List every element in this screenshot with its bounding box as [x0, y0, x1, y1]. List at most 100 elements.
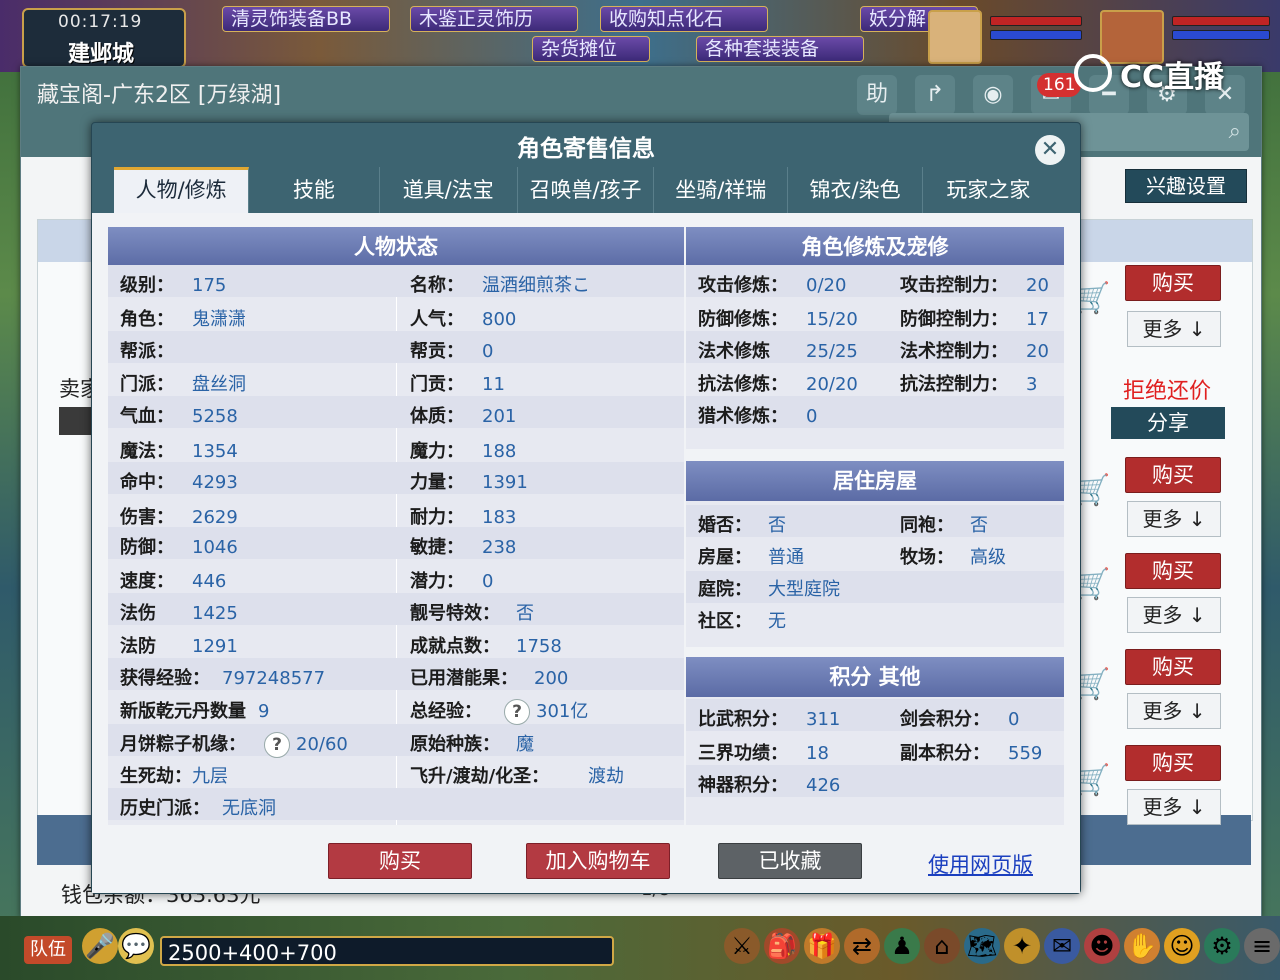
- tab-mounts[interactable]: 坐骑/祥瑞: [654, 167, 789, 213]
- tab-character[interactable]: 人物/修炼: [114, 167, 250, 213]
- house-row: 庭院： 大型庭院: [698, 575, 840, 601]
- field-value: 20: [1026, 341, 1049, 362]
- score-row: 三界功绩： 18: [698, 739, 829, 765]
- tab-summons[interactable]: 召唤兽/孩子: [518, 167, 655, 213]
- field-label: 命中：: [120, 472, 174, 493]
- field-value: 0: [806, 406, 818, 427]
- interest-settings-button[interactable]: 兴趣设置: [1125, 169, 1247, 203]
- field-label: 气血：: [120, 406, 174, 427]
- field-value: 高级: [970, 547, 1006, 568]
- listing-buy-button[interactable]: 购买: [1125, 745, 1221, 781]
- field-value: 20/60: [296, 734, 348, 755]
- stall-tag[interactable]: 杂货摊位: [532, 36, 650, 62]
- field-value: 无底洞: [222, 798, 276, 819]
- trade-icon[interactable]: ⇄: [844, 928, 880, 964]
- field-label: 防御：: [120, 537, 174, 558]
- handshake-icon[interactable]: ✋: [1124, 928, 1160, 964]
- listing-more-button[interactable]: 更多 ↓: [1127, 789, 1221, 825]
- microphone-icon[interactable]: 🎤: [82, 928, 118, 964]
- field-value: 大型庭院: [768, 579, 840, 600]
- tab-skills[interactable]: 技能: [249, 167, 380, 213]
- listing-buy-button[interactable]: 购买: [1125, 457, 1221, 493]
- guild-icon[interactable]: ⌂: [924, 928, 960, 964]
- dialog-title: 角色寄售信息: [517, 136, 655, 162]
- team-icon[interactable]: ♟: [884, 928, 920, 964]
- field-value: 否: [970, 515, 988, 536]
- game-clock: 00:17:19: [58, 12, 143, 32]
- field-label: 历史门派：: [120, 798, 210, 819]
- team-button[interactable]: 队伍: [24, 936, 72, 964]
- field-value: 17: [1026, 309, 1049, 330]
- quest-icon[interactable]: ✦: [1004, 928, 1040, 964]
- field-label: 攻击控制力：: [900, 275, 1008, 296]
- status-row: 飞升/渡劫/化圣： 渡劫: [410, 762, 624, 788]
- tab-items[interactable]: 道具/法宝: [380, 167, 518, 213]
- field-label: 体质：: [410, 406, 464, 427]
- chat-input[interactable]: 2500+400+700: [160, 936, 614, 966]
- stall-tag[interactable]: 木鉴正灵饰历: [410, 6, 578, 32]
- control-row: 抗法控制力： 3: [900, 370, 1037, 396]
- pet-hp-bar: [990, 16, 1082, 26]
- help-button[interactable]: 助: [857, 75, 897, 115]
- field-label: 神器积分：: [698, 775, 788, 796]
- field-value: 鬼潇潇: [192, 309, 246, 330]
- panel-heading: 居住房屋: [686, 461, 1064, 501]
- chat-bubble-icon[interactable]: 💬: [118, 928, 154, 964]
- pet-mp-bar: [990, 30, 1082, 40]
- score-panel: 积分 其他 比武积分： 311 剑会积分： 0 三界功绩： 18 副本积分： 559 神器积分：…: [686, 657, 1064, 825]
- listing-buy-button[interactable]: 购买: [1125, 649, 1221, 685]
- house-panel: 居住房屋 婚否：否同袍：否房屋： 普通 牧场： 高级 庭院： 大型庭院 社区：无: [686, 461, 1064, 647]
- stall-tag[interactable]: 各种套装装备: [696, 36, 864, 62]
- listing-buy-button[interactable]: 购买: [1125, 553, 1221, 589]
- panel-heading: 角色修炼及宠修: [686, 227, 1064, 267]
- system-icon[interactable]: ⚙: [1204, 928, 1240, 964]
- status-row: 伤害： 2629: [120, 503, 238, 529]
- listing-more-button[interactable]: 更多 ↓: [1127, 311, 1221, 347]
- cultivation-row: 攻击修炼： 0/20: [698, 271, 846, 297]
- close-icon[interactable]: ✕: [1035, 135, 1065, 165]
- give-icon[interactable]: 🎁: [804, 928, 840, 964]
- mail-icon[interactable]: ✉: [1044, 928, 1080, 964]
- stall-tag[interactable]: 清灵饰装备BB: [222, 6, 390, 32]
- menu-icon[interactable]: ≡: [1244, 928, 1280, 964]
- tab-outfits[interactable]: 锦衣/染色: [788, 167, 923, 213]
- web-version-link[interactable]: 使用网页版: [928, 849, 1033, 879]
- pet-avatar[interactable]: [928, 10, 982, 64]
- status-row: 敏捷： 238: [410, 533, 516, 559]
- field-label: 魔力：: [410, 441, 464, 462]
- listing-more-button[interactable]: 更多 ↓: [1127, 501, 1221, 537]
- attack-icon[interactable]: ⚔: [724, 928, 760, 964]
- cultivation-row: 防御修炼： 15/20: [698, 305, 858, 331]
- house-row: 社区： 无: [698, 607, 786, 633]
- buy-button[interactable]: 购买: [328, 843, 472, 879]
- share-button[interactable]: 分享: [1111, 407, 1225, 439]
- field-value: 0: [1008, 709, 1020, 730]
- listing-more-button[interactable]: 更多 ↓: [1127, 693, 1221, 729]
- share-arrow-icon[interactable]: ↱: [915, 75, 955, 115]
- friends-icon[interactable]: ☻: [1084, 928, 1120, 964]
- field-label: 庭院：: [698, 579, 752, 600]
- cultivation-row: 法术修炼 25/25: [698, 337, 858, 363]
- listing-more-button[interactable]: 更多 ↓: [1127, 597, 1221, 633]
- tab-home[interactable]: 玩家之家: [923, 167, 1054, 213]
- stall-tag[interactable]: 收购知点化石: [600, 6, 768, 32]
- field-value: 九层: [192, 766, 228, 787]
- field-value: 温酒细煎茶こ: [482, 275, 590, 296]
- cultivation-row: 猎术修炼： 0: [698, 402, 817, 428]
- field-value: 1758: [516, 636, 562, 657]
- map-icon[interactable]: 🗺: [964, 928, 1000, 964]
- field-value: 188: [482, 441, 517, 462]
- search-icon[interactable]: ⌕: [1229, 119, 1241, 144]
- help-question-icon[interactable]: ?: [264, 732, 290, 758]
- record-icon[interactable]: ◉: [973, 75, 1013, 115]
- emoji-icon[interactable]: ☺: [1164, 928, 1200, 964]
- add-to-cart-button[interactable]: 加入购物车: [526, 843, 670, 879]
- listing-buy-button[interactable]: 购买: [1125, 265, 1221, 301]
- item-bag-icon[interactable]: 🎒: [764, 928, 800, 964]
- help-question-icon[interactable]: ?: [504, 699, 530, 725]
- field-value: 20/20: [806, 374, 858, 395]
- field-value: 175: [192, 275, 227, 296]
- field-label: 总经验：: [410, 701, 482, 722]
- house-row: 同袍： 否: [900, 511, 988, 537]
- favorited-button[interactable]: 已收藏: [718, 843, 862, 879]
